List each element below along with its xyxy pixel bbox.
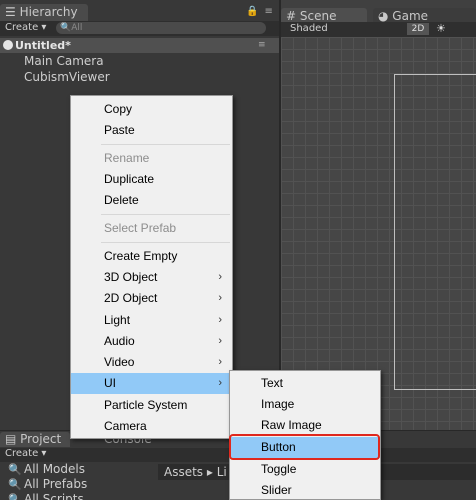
menu-item-label: Duplicate xyxy=(104,172,155,186)
search-icon: 🔍 xyxy=(8,478,22,491)
scene-root-row[interactable]: Untitled* ≡ xyxy=(0,38,279,53)
hierarchy-item-cubismviewer[interactable]: CubismViewer xyxy=(24,70,110,84)
highlight-annotation xyxy=(229,434,380,460)
menu-item-create-empty[interactable]: Create Empty xyxy=(71,246,232,267)
tab-project[interactable]: ▤ Project xyxy=(0,432,70,447)
chevron-right-icon: › xyxy=(218,335,222,347)
menu-item-light[interactable]: Light › xyxy=(71,310,232,331)
menu-separator xyxy=(101,214,230,215)
submenu-item-label: Text xyxy=(261,376,284,390)
menu-separator xyxy=(101,144,230,145)
tab-project-label: Project xyxy=(20,432,62,446)
submenu-item-toggle[interactable]: Toggle xyxy=(230,459,380,480)
submenu-item-text[interactable]: Text xyxy=(230,373,380,394)
scene-name: Untitled* xyxy=(15,39,71,52)
menu-item-label: Paste xyxy=(104,123,135,137)
submenu-item-raw-image[interactable]: Raw Image xyxy=(230,415,380,436)
hierarchy-item-main-camera[interactable]: Main Camera xyxy=(24,54,104,68)
menu-item-paste[interactable]: Paste xyxy=(71,120,232,141)
menu-item-duplicate[interactable]: Duplicate xyxy=(71,169,232,190)
pacman-icon: ◕ xyxy=(378,9,393,23)
menu-item-3d-object[interactable]: 3D Object › xyxy=(71,267,232,288)
favorite-item[interactable]: 🔍 All Models xyxy=(8,462,85,476)
tab-hierarchy[interactable]: ☰ Hierarchy xyxy=(0,4,88,21)
favorite-item[interactable]: 🔍 All Prefabs xyxy=(8,477,88,491)
tab-hierarchy-label: Hierarchy xyxy=(19,5,78,19)
menu-item-label: Create Empty xyxy=(104,249,178,263)
breadcrumb-path[interactable]: Assets ▸ Li xyxy=(164,465,227,479)
scene-toolbar: Shaded 2D ☀ xyxy=(281,22,476,37)
submenu-item-label: Image xyxy=(261,397,295,411)
scene-options-icon[interactable]: ≡ xyxy=(258,40,266,50)
canvas-outline xyxy=(394,74,476,390)
chevron-right-icon: › xyxy=(218,314,222,326)
hierarchy-toolbar: Create ▾ 🔍All xyxy=(0,21,279,36)
menu-item-label: UI xyxy=(104,376,116,390)
scene-tabbar: # Scene ◕ Game xyxy=(281,4,476,25)
favorite-item[interactable]: 🔍 All Scripts xyxy=(8,492,84,500)
favorite-label: All Models xyxy=(24,462,85,476)
menu-item-delete[interactable]: Delete xyxy=(71,190,232,211)
toggle-2d-button[interactable]: 2D xyxy=(407,23,429,35)
menu-item-label: Video xyxy=(104,355,135,369)
menu-item-copy[interactable]: Copy xyxy=(71,99,232,120)
menu-item-audio[interactable]: Audio › xyxy=(71,331,232,352)
menu-item-label: Select Prefab xyxy=(104,221,177,235)
list-icon: ☰ xyxy=(5,5,20,19)
search-icon: 🔍 xyxy=(60,23,72,33)
menu-item-video[interactable]: Video › xyxy=(71,352,232,373)
chevron-right-icon: › xyxy=(218,356,222,368)
project-create-button[interactable]: Create ▾ xyxy=(5,448,46,459)
lighting-icon[interactable]: ☀ xyxy=(436,22,446,35)
submenu-item-label: Toggle xyxy=(261,462,297,476)
shading-mode-dropdown[interactable]: Shaded xyxy=(290,23,328,34)
tab-scene-label: Scene xyxy=(299,9,337,23)
menu-item-2d-object[interactable]: 2D Object › xyxy=(71,288,232,309)
menu-item-select-prefab: Select Prefab xyxy=(71,218,232,239)
unity-logo-icon xyxy=(3,40,13,50)
favorite-label: All Scripts xyxy=(24,492,84,500)
menu-separator xyxy=(101,242,230,243)
chevron-right-icon: › xyxy=(218,292,222,304)
submenu-item-label: Raw Image xyxy=(261,418,322,432)
search-icon: 🔍 xyxy=(8,493,22,500)
search-placeholder: All xyxy=(71,23,83,33)
menu-item-label: Audio xyxy=(104,334,135,348)
menu-item-label: Particle System xyxy=(104,398,188,412)
menu-item-label: 2D Object xyxy=(104,291,158,305)
submenu-item-slider[interactable]: Slider xyxy=(230,480,380,500)
chevron-right-icon: › xyxy=(218,271,222,283)
scene-panel: # Scene ◕ Game Shaded 2D ☀ xyxy=(281,0,476,430)
submenu-item-label: Slider xyxy=(261,483,292,497)
ui-submenu: Text Image Raw Image Button Toggle Slide… xyxy=(229,370,381,500)
search-icon: 🔍 xyxy=(8,463,22,476)
panel-menu-icons[interactable]: 🔒≡ xyxy=(246,6,279,17)
grid-icon: # xyxy=(286,9,300,23)
menu-item-label: Camera xyxy=(104,419,147,433)
menu-item-label: Light xyxy=(104,313,131,327)
hierarchy-search-input[interactable]: 🔍All xyxy=(56,22,266,34)
menu-item-label: Delete xyxy=(104,193,139,207)
submenu-item-image[interactable]: Image xyxy=(230,394,380,415)
menu-item-label: Rename xyxy=(104,151,150,165)
chevron-right-icon: › xyxy=(218,377,222,389)
menu-item-label: Copy xyxy=(104,102,133,116)
context-menu: Copy Paste Rename Duplicate Delete Selec… xyxy=(70,95,233,439)
menu-item-label: 3D Object xyxy=(104,270,158,284)
menu-item-camera[interactable]: Camera xyxy=(71,416,232,437)
hierarchy-create-button[interactable]: Create ▾ xyxy=(5,22,46,33)
menu-item-rename: Rename xyxy=(71,148,232,169)
favorite-label: All Prefabs xyxy=(24,477,88,491)
menu-item-ui[interactable]: UI › xyxy=(71,373,232,394)
tab-game-label: Game xyxy=(392,9,429,23)
folder-icon: ▤ xyxy=(5,432,21,446)
menu-item-particle-system[interactable]: Particle System xyxy=(71,395,232,416)
